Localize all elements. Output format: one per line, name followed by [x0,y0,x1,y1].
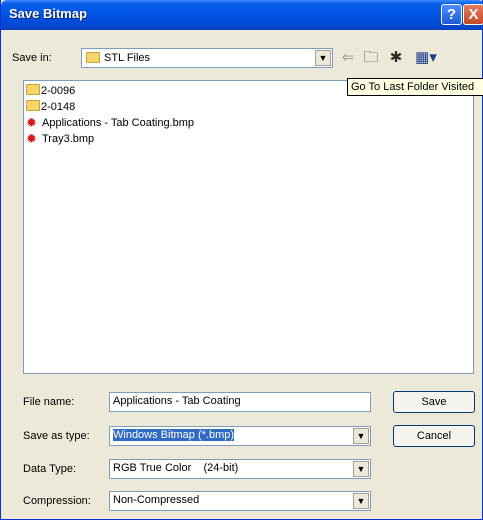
list-item-folder-1[interactable]: 2-0096 [26,83,75,99]
compression-dropdown[interactable]: Non-Compressed ▼ [109,491,371,511]
help-button[interactable]: ? [441,4,462,25]
file-name-label: File name: [23,396,75,408]
up-folder-icon[interactable]: 🗀 [360,47,382,69]
save-in-label: Save in: [12,52,52,64]
chevron-down-icon[interactable]: ▼ [315,50,331,66]
bitmap-file-icon: ✹ [26,131,37,146]
file-name-text: 2-0096 [41,85,76,97]
list-item-bmp-2[interactable]: ✹ Tray3.bmp [26,131,94,147]
file-name-text: 2-0148 [41,101,76,113]
file-name-text: Applications - Tab Coating.bmp [42,117,195,129]
data-type-dropdown[interactable]: RGB True Color (24-bit) ▼ [109,459,371,479]
data-type-value: RGB True Color (24-bit) [113,462,239,474]
back-arrow-icon[interactable]: ⇐ [337,47,359,69]
save-in-dropdown[interactable]: STL Files ▼ [81,48,333,68]
save-as-type-label: Save as type: [23,430,90,442]
list-item-bmp-1[interactable]: ✹ Applications - Tab Coating.bmp [26,115,194,131]
save-in-value: STL Files [104,52,151,64]
list-item-folder-2[interactable]: 2-0148 [26,99,75,115]
chevron-down-icon[interactable]: ▼ [353,428,369,444]
save-as-type-dropdown[interactable]: Windows Bitmap (*.bmp) ▼ [109,426,371,446]
views-menu-icon[interactable]: ▦▾ [411,47,441,69]
tooltip: Go To Last Folder Visited [347,78,483,96]
chevron-down-icon[interactable]: ▼ [353,493,369,509]
compression-label: Compression: [23,495,91,507]
folder-icon [26,100,40,111]
bitmap-file-icon: ✹ [26,115,37,130]
title-bar[interactable]: Save Bitmap ? X [1,0,483,30]
dialog-title: Save Bitmap [9,6,88,21]
save-bitmap-dialog: Save Bitmap ? X Save in: STL Files ▼ ⇐ 🗀… [0,0,483,520]
folder-icon [86,52,100,63]
folder-icon [26,84,40,95]
close-button[interactable]: X [463,4,483,25]
save-button[interactable]: Save [393,391,475,413]
file-list[interactable]: 2-0096 2-0148 ✹ Applications - Tab Coatin… [23,80,474,374]
new-folder-icon[interactable]: ✱ [385,47,407,69]
file-name-input[interactable]: Applications - Tab Coating [109,392,371,412]
save-as-type-value: Windows Bitmap (*.bmp) [113,429,235,441]
data-type-label: Data Type: [23,463,76,475]
file-name-value: Applications - Tab Coating [113,395,241,407]
file-name-text: Tray3.bmp [42,133,95,145]
cancel-button[interactable]: Cancel [393,425,475,447]
chevron-down-icon[interactable]: ▼ [353,461,369,477]
compression-value: Non-Compressed [113,494,200,506]
